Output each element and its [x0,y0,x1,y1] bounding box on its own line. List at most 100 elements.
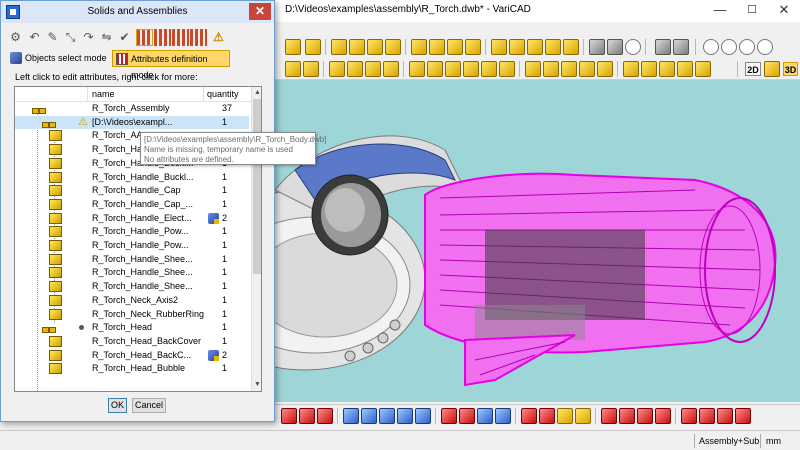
tool-icon[interactable] [343,408,359,424]
view-tool-icon[interactable] [607,39,623,55]
column-header-quantity[interactable]: quantity [207,89,239,99]
solid-tool-icon[interactable] [525,61,541,77]
view-3d-button[interactable]: 3D [783,62,798,76]
tree-row[interactable]: R_Torch_Handle_Shee... 1 [15,266,249,280]
solid-tool-icon[interactable] [465,39,481,55]
objects-select-mode-button[interactable]: Objects select mode [7,50,111,67]
tool-icon[interactable] [601,408,617,424]
tree-row[interactable]: R_Torch_Handle_Shee... 1 [15,253,249,267]
close-button[interactable]: ✕ [769,0,799,22]
view-3d-box-icon[interactable] [764,61,780,77]
list-view-icon[interactable] [154,29,171,46]
zoom-all-icon[interactable] [757,39,773,55]
solid-tool-icon[interactable] [579,61,595,77]
attributes-definition-mode-button[interactable]: Attributes definition mode [112,50,230,80]
solid-tool-icon[interactable] [563,39,579,55]
solid-tool-icon[interactable] [285,39,301,55]
solid-tool-icon[interactable] [367,39,383,55]
solid-tool-icon[interactable] [347,61,363,77]
3d-viewport[interactable] [275,80,800,402]
tool-icon[interactable] [459,408,475,424]
tree-row[interactable]: R_Torch_Head_Bubble 1 [15,362,249,376]
tool-icon[interactable] [477,408,493,424]
tree-row[interactable]: R_Torch_Assembly 37 [15,102,249,116]
tool-icon[interactable] [415,408,431,424]
scroll-down-icon[interactable]: ▼ [252,379,261,390]
tree-row[interactable]: R_Torch_Handle_Buckl... 1 [15,171,249,185]
solid-tool-icon[interactable] [695,61,711,77]
solid-tool-icon[interactable] [543,61,559,77]
tool-icon[interactable] [681,408,697,424]
column-header-name[interactable]: name [92,89,115,99]
move-tool-icon[interactable]: ⤡ [62,29,79,46]
solid-tool-icon[interactable] [499,61,515,77]
solid-tool-icon[interactable] [623,61,639,77]
dialog-close-button[interactable]: ✕ [249,3,271,20]
tool-icon[interactable] [699,408,715,424]
tree-row[interactable]: R_Torch_Handle_Pow... 1 [15,239,249,253]
tool-icon[interactable] [317,408,333,424]
tool-icon[interactable] [575,408,591,424]
solid-tool-icon[interactable] [285,61,301,77]
assembly-tool-icon[interactable]: ⚙ [7,29,24,46]
tree-row-selected[interactable]: [D:\Videos\exampl... 1 [15,115,249,130]
ok-button[interactable]: OK [108,398,127,413]
solid-tool-icon[interactable] [365,61,381,77]
tree-row[interactable]: R_Torch_Neck_RubberRing 1 [15,308,249,322]
solid-tool-icon[interactable] [329,61,345,77]
solid-tool-icon[interactable] [545,39,561,55]
tree-row[interactable]: R_Torch_Head_BackCover 1 [15,335,249,349]
cancel-button[interactable]: Cancel [132,398,166,413]
solid-tool-icon[interactable] [303,61,319,77]
check-tool-icon[interactable]: ✔ [116,29,133,46]
undo-icon[interactable]: ↶ [26,29,43,46]
solid-tool-icon[interactable] [491,39,507,55]
solid-tool-icon[interactable] [427,61,443,77]
tool-icon[interactable] [717,408,733,424]
tree-row[interactable]: R_Torch_Head 1 [15,321,249,335]
tree-row[interactable]: R_Torch_Neck_Axis2 1 [15,294,249,308]
tree-row[interactable]: R_Torch_Handle_Pow... 1 [15,225,249,239]
mirror-tool-icon[interactable]: ⇋ [98,29,115,46]
tool-icon[interactable] [495,408,511,424]
tool-icon[interactable] [637,408,653,424]
tree-row[interactable]: R_Torch_Handle_Elect... 2 [15,212,249,226]
warning-filter-icon[interactable]: ⚠ [210,29,227,46]
tree-row[interactable]: R_Torch_Head_BackC... 2 [15,349,249,363]
redo-icon[interactable]: ↷ [80,29,97,46]
solid-tool-icon[interactable] [445,61,461,77]
zoom-in-icon[interactable] [721,39,737,55]
tool-icon[interactable] [281,408,297,424]
solid-tool-icon[interactable] [349,39,365,55]
maximize-button[interactable]: ☐ [737,0,767,22]
scroll-up-icon[interactable]: ▲ [252,87,261,98]
solid-tool-icon[interactable] [447,39,463,55]
solid-tool-icon[interactable] [409,61,425,77]
view-tool-icon[interactable] [589,39,605,55]
solid-tool-icon[interactable] [527,39,543,55]
tool-icon[interactable] [379,408,395,424]
tool-icon[interactable] [441,408,457,424]
solid-tool-icon[interactable] [305,39,321,55]
solid-tool-icon[interactable] [641,61,657,77]
solid-tool-icon[interactable] [331,39,347,55]
tool-icon[interactable] [521,408,537,424]
zoom-out-icon[interactable] [739,39,755,55]
solid-tool-icon[interactable] [385,39,401,55]
tool-icon[interactable] [735,408,751,424]
attributes-view-icon[interactable] [136,29,153,46]
zoom-icon[interactable] [703,39,719,55]
solid-tool-icon[interactable] [481,61,497,77]
solid-tool-icon[interactable] [561,61,577,77]
tool-icon[interactable] [299,408,315,424]
tree-row[interactable]: R_Torch_Handle_Shee... 1 [15,280,249,294]
tree-row[interactable]: R_Torch_Handle_Cap 1 [15,184,249,198]
tool-icon[interactable] [557,408,573,424]
minimize-button[interactable]: — [705,0,735,22]
solid-tool-icon[interactable] [383,61,399,77]
table-view-icon[interactable] [172,29,189,46]
solid-tool-icon[interactable] [659,61,675,77]
solid-tool-icon[interactable] [597,61,613,77]
solid-tool-icon[interactable] [463,61,479,77]
edit-tool-icon[interactable]: ✎ [44,29,61,46]
